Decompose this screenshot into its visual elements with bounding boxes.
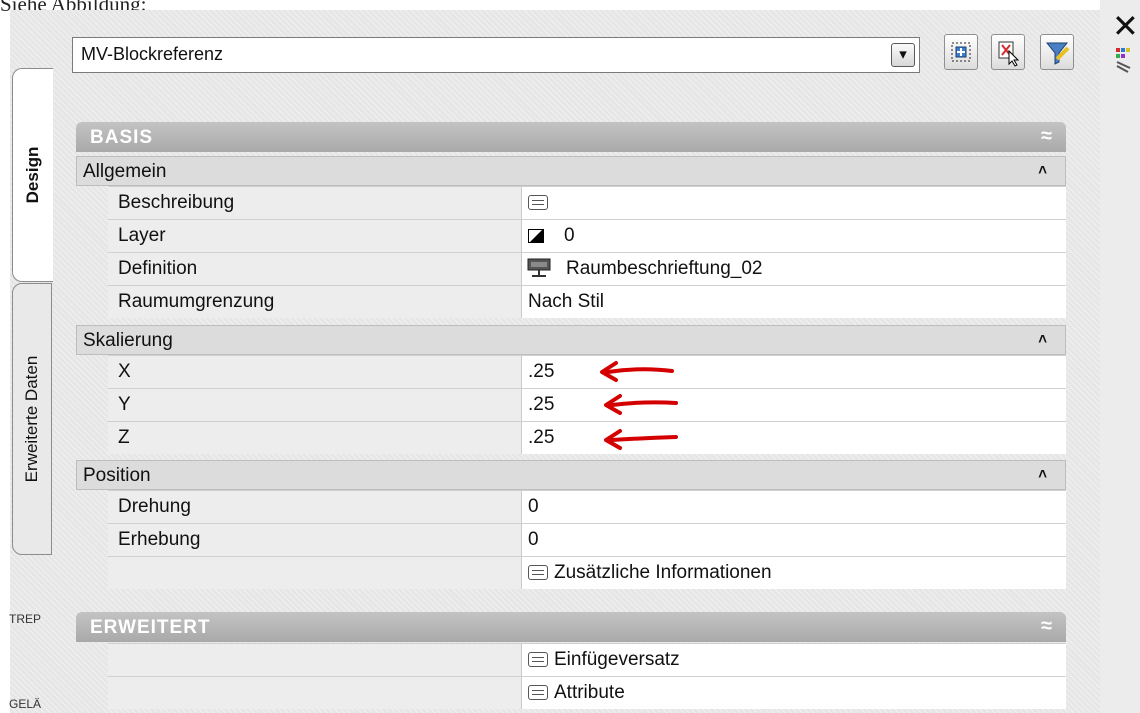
object-type-select[interactable]: MV-Blockreferenz ▾ [72,37,920,73]
property-value[interactable]: Raumbeschrieftung_02 [522,253,1066,285]
attribute-link[interactable]: Attribute [554,682,625,704]
side-fragment-gel: GELÄ [9,697,42,711]
property-label: Y [118,394,131,415]
tab-design[interactable]: Design [12,68,53,282]
section-basis-header[interactable]: BASIS ≈ [76,122,1066,152]
close-icon[interactable]: ✕ [1112,10,1139,42]
property-value-text: Nach Stil [528,291,605,312]
property-label: Drehung [118,496,191,517]
category-skalierung-label: Skalierung [83,330,173,351]
property-label: X [118,361,131,382]
annotation-arrow-icon [604,394,678,415]
collapse-section-icon[interactable]: ≈ [1041,615,1052,638]
property-label: Beschreibung [118,192,235,213]
property-label: Layer [118,225,166,246]
palette-title-strip [1100,0,1140,713]
block-definition-icon [527,258,551,277]
property-value-text: .25 [528,394,555,415]
property-value[interactable]: Einfügeversatz [522,644,1066,676]
palette-properties-icon[interactable] [1114,46,1134,74]
property-row-y[interactable]: Y .25 [108,388,1066,421]
property-value-text: 0 [528,496,539,517]
chevron-up-icon[interactable]: ˄ [1038,162,1047,179]
category-allgemein-label: Allgemein [83,161,167,182]
property-label: Raumumgrenzung [118,291,275,312]
category-position-label: Position [83,465,151,486]
insertion-offset-link[interactable]: Einfügeversatz [554,649,680,671]
property-row-z[interactable]: Z .25 [108,421,1066,454]
quick-select-button[interactable] [944,34,978,70]
select-objects-button[interactable] [991,34,1025,70]
select-objects-icon [998,41,1020,67]
property-row-x[interactable]: X .25 [108,355,1066,388]
quick-select-icon [951,42,971,62]
property-label: Definition [118,258,198,279]
property-row-erhebung[interactable]: Erhebung 0 [108,523,1066,556]
property-value-text: 0 [528,529,539,550]
property-row-attribute[interactable]: Attribute [108,676,1066,709]
property-value[interactable]: 0 [522,491,1066,523]
annotation-arrow-icon [604,429,678,450]
category-skalierung[interactable]: Skalierung ˄ [76,325,1066,355]
property-value-text: .25 [528,427,555,448]
property-row-definition[interactable]: Definition Raumbeschrieftung_02 [108,252,1066,285]
property-row-raumumgrenzung[interactable]: Raumumgrenzung Nach Stil [108,285,1066,318]
collapse-section-icon[interactable]: ≈ [1041,125,1052,148]
tab-extended-data[interactable]: Erweiterte Daten [12,283,52,555]
property-value[interactable]: Nach Stil [522,286,1066,318]
chevron-down-icon[interactable]: ▾ [891,43,915,67]
property-value[interactable]: 0 [522,524,1066,556]
property-value[interactable]: Attribute [522,677,1066,709]
toggle-pickadd-button[interactable] [1040,34,1074,70]
section-basis-title: BASIS [90,127,154,148]
additional-info-icon[interactable] [528,565,548,580]
property-value[interactable] [522,187,1066,219]
object-type-value: MV-Blockreferenz [81,44,224,64]
chevron-up-icon[interactable]: ˄ [1038,466,1047,483]
property-label: Erhebung [118,529,201,550]
section-erweitert-header[interactable]: ERWEITERT ≈ [76,612,1066,642]
attribute-icon[interactable] [528,685,548,700]
layer-icon [528,229,544,243]
property-value-text: .25 [528,361,555,382]
category-allgemein[interactable]: Allgemein ˄ [76,156,1066,186]
section-erweitert-title: ERWEITERT [90,617,211,638]
insertion-offset-icon[interactable] [528,652,548,667]
property-row-beschreibung[interactable]: Beschreibung [108,186,1066,219]
property-value[interactable]: Zusätzliche Informationen [522,557,1066,589]
tab-design-label: Design [23,146,42,204]
property-row-insertion-offset[interactable]: Einfügeversatz [108,643,1066,676]
property-label: Z [118,427,130,448]
description-note-icon[interactable] [528,195,548,210]
property-value[interactable]: 0 [522,220,1066,252]
property-value-text: Raumbeschrieftung_02 [566,258,763,279]
property-row-additional-info[interactable]: Zusätzliche Informationen [108,556,1066,589]
annotation-arrow-icon [600,361,674,382]
property-value-text: 0 [564,225,575,246]
side-fragment-trep: TREP [9,612,42,626]
additional-info-link[interactable]: Zusätzliche Informationen [554,562,772,584]
chevron-up-icon[interactable]: ˄ [1038,331,1047,348]
tab-extended-data-label: Erweiterte Daten [22,355,41,483]
filter-funnel-icon [1045,42,1070,65]
property-row-layer[interactable]: Layer 0 [108,219,1066,252]
property-row-drehung[interactable]: Drehung 0 [108,490,1066,523]
category-position[interactable]: Position ˄ [76,460,1066,490]
